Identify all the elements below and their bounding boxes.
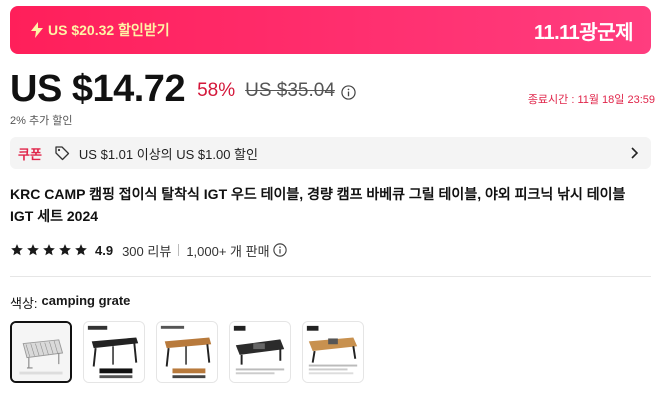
discount-percent: 58% (197, 80, 236, 101)
info-icon[interactable] (272, 243, 287, 257)
sold-count: 1,000+ 개 판매 (186, 243, 270, 259)
coupon-claim[interactable]: US $20.32 할인받기 (30, 20, 170, 40)
rating-value: 4.9 (95, 242, 114, 258)
review-count[interactable]: 300 리뷰 (122, 241, 171, 260)
rating-row[interactable]: 4.9 300 리뷰 1,000+ 개 판매 (10, 240, 287, 260)
tag-icon (54, 145, 70, 161)
variant-thumbnail-wood-igt-set[interactable] (302, 321, 364, 383)
star-icon (58, 243, 72, 257)
coupon-label: 쿠폰 (18, 146, 42, 162)
variant-thumbnail-camping-grate[interactable] (10, 321, 72, 383)
divider (10, 276, 651, 277)
coupon-bar[interactable]: 쿠폰 US $1.01 이상의 US $1.00 할인 (10, 137, 651, 169)
variant-label-row: 색상: camping grate (10, 293, 130, 312)
variant-thumbnail-black-igt-set[interactable] (229, 321, 291, 383)
original-price: US $35.04 (245, 80, 335, 101)
variant-value: camping grate (41, 293, 131, 308)
lightning-bolt-icon (30, 22, 44, 38)
separator (178, 244, 180, 256)
price-row: US $14.72 58% US $35.04 종료시간 : 11월 18일 2… (10, 64, 655, 114)
star-icon (10, 243, 24, 257)
variant-label: 색상: (10, 296, 38, 311)
extra-discount: 2% 추가 할인 (10, 115, 73, 127)
star-icon (74, 243, 88, 257)
chevron-right-icon[interactable] (629, 147, 639, 159)
info-icon[interactable] (341, 84, 356, 100)
star-rating (10, 243, 88, 257)
event-label: 11.11광군제 (533, 21, 634, 44)
product-title: KRC CAMP 캠핑 접이식 탈착식 IGT 우드 테이블, 경량 캠프 바베… (10, 186, 626, 224)
sale-deadline: 종료시간 : 11월 18일 23:59 (527, 94, 655, 106)
variant-thumbnail-wood-table[interactable] (156, 321, 218, 383)
current-price: US $14.72 (10, 67, 186, 110)
star-icon (42, 243, 56, 257)
coupon-claim-label: US $20.32 할인받기 (48, 22, 170, 38)
promo-banner[interactable]: US $20.32 할인받기 11.11광군제 (10, 6, 651, 54)
coupon-text: US $1.01 이상의 US $1.00 할인 (78, 146, 258, 162)
star-icon (26, 243, 40, 257)
variant-thumbnail-black-table[interactable] (83, 321, 145, 383)
variant-thumbnails (10, 321, 364, 383)
